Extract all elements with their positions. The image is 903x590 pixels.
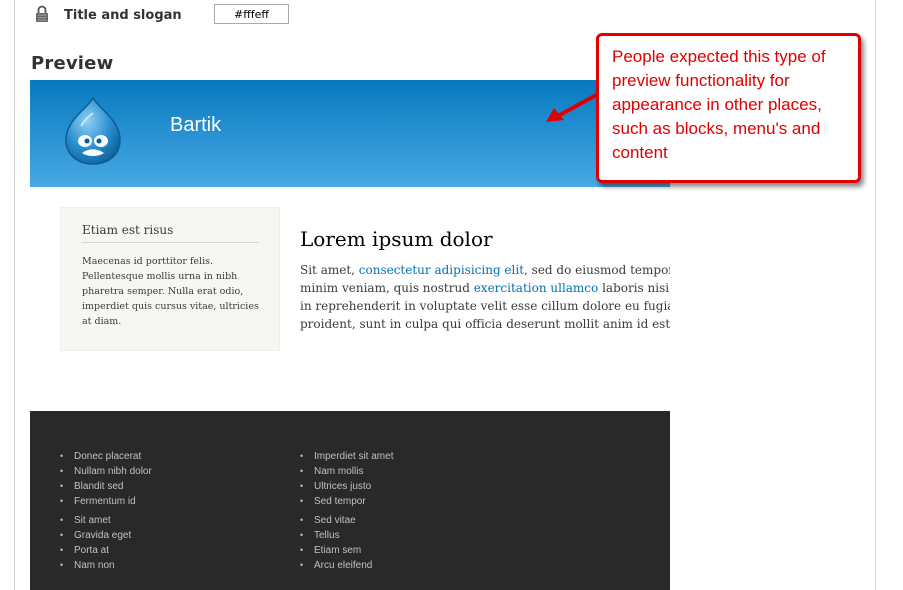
content-line: in reprehenderit in voluptate velit esse… (300, 299, 670, 313)
title-slogan-label: Title and slogan (64, 8, 182, 23)
footer-link[interactable]: Arcu eleifend (300, 558, 393, 573)
footer-link[interactable]: Blandit sed (60, 479, 152, 494)
sidebar-block-body: Maecenas id porttitor felis. Pellentesqu… (82, 256, 259, 327)
footer-link[interactable]: Nam mollis (300, 464, 393, 479)
footer-link[interactable]: Etiam sem (300, 543, 393, 558)
footer-link[interactable]: Sed vitae (300, 513, 393, 528)
footer-link[interactable]: Gravida eget (60, 528, 152, 543)
site-name[interactable]: Bartik (170, 114, 221, 137)
sidebar-block: Etiam est risus Maecenas id porttitor fe… (60, 207, 280, 351)
footer-link[interactable]: Imperdiet sit amet (300, 449, 393, 464)
footer-menu-right: Imperdiet sit amet Nam mollis Ultrices j… (300, 449, 393, 573)
content-body: Sit amet, consectetur adipisicing elit, … (300, 261, 670, 333)
content-line: proident, sunt in culpa qui officia dese… (300, 317, 670, 331)
drupal-drop-icon (65, 96, 121, 165)
title-slogan-color-row: Title and slogan (34, 4, 903, 28)
footer-link[interactable]: Tellus (300, 528, 393, 543)
footer-link[interactable]: Porta at (60, 543, 152, 558)
footer-menu-left: Donec placerat Nullam nibh dolor Blandit… (60, 449, 152, 573)
footer-link[interactable]: Sed tempor (300, 494, 393, 509)
lock-icon[interactable] (34, 4, 50, 24)
annotation-callout: People expected this type of preview fun… (596, 33, 861, 183)
footer-link[interactable]: Nullam nibh dolor (60, 464, 152, 479)
footer-link[interactable]: Donec placerat (60, 449, 152, 464)
content-link[interactable]: consectetur adipisicing elit (359, 263, 524, 277)
preview-footer: Donec placerat Nullam nibh dolor Blandit… (30, 411, 670, 590)
footer-link[interactable]: Fermentum id (60, 494, 152, 509)
content-line: minim veniam, quis nostrud exercitation … (300, 281, 670, 295)
content-link[interactable]: exercitation ullamco (474, 281, 599, 295)
title-slogan-color-input[interactable] (214, 4, 289, 24)
sidebar-block-title: Etiam est risus (82, 223, 259, 243)
annotation-text: People expected this type of preview fun… (612, 47, 826, 162)
footer-link[interactable]: Ultrices justo (300, 479, 393, 494)
content-title: Lorem ipsum dolor (300, 227, 493, 251)
theme-preview: Bartik Etiam est risus Maecenas id portt… (30, 80, 670, 590)
content-line: Sit amet, consectetur adipisicing elit, … (300, 263, 670, 277)
footer-link[interactable]: Sit amet (60, 513, 152, 528)
preview-heading: Preview (31, 53, 114, 74)
callout-arrow-icon (546, 92, 600, 122)
footer-link[interactable]: Nam non (60, 558, 152, 573)
